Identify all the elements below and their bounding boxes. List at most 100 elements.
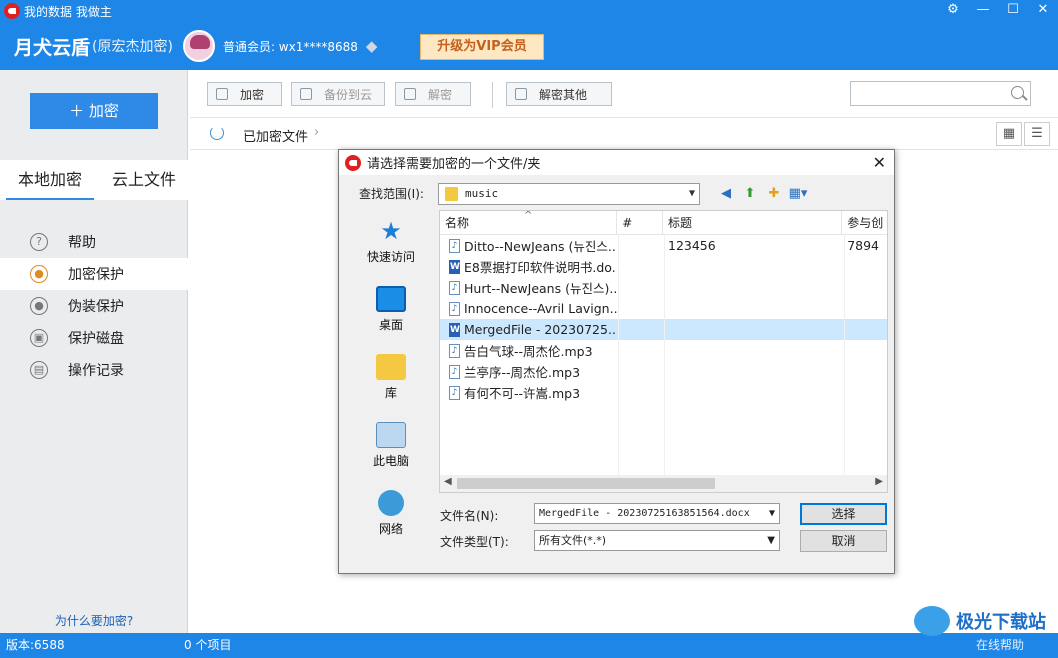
version-label: 版本:6588 [6, 638, 65, 652]
member-info: 普通会员: wx1****8688 [222, 39, 358, 54]
select-file-dialog: 请选择需要加密的一个文件/夹 ✕ 查找范围(I): music ▼ ◀ ⬆ ✚ … [338, 149, 895, 574]
settings-gear-icon[interactable]: ⚙ [938, 0, 968, 20]
help-icon: ? [30, 233, 48, 251]
filetype-value: 所有文件(*.*) [539, 534, 607, 547]
file-name-cell: ♪ Hurt--NewJeans (뉴진스)... [440, 278, 617, 297]
sidebar-item-label: 操作记录 [68, 363, 124, 379]
scroll-right-icon[interactable]: ▶ [875, 476, 883, 487]
sidebar-item-help[interactable]: ? 帮助 [0, 226, 188, 258]
sidebar-item-operation-log[interactable]: ▤ 操作记录 [0, 354, 188, 386]
scroll-thumb[interactable] [457, 478, 715, 489]
filetype-select[interactable]: 所有文件(*.*) ▼ [534, 530, 780, 551]
place-library[interactable]: 库 [349, 354, 433, 416]
places-bar: ★ 快速访问 桌面 库 此电脑 网络 [349, 212, 433, 536]
place-this-pc[interactable]: 此电脑 [349, 422, 433, 484]
app-logo-icon [345, 154, 361, 171]
star-icon: ★ [380, 217, 402, 245]
scroll-left-icon[interactable]: ◀ [444, 476, 452, 487]
audio-file-icon: ♪ [449, 301, 460, 316]
place-label: 网络 [378, 522, 403, 536]
watermark-logo-icon [914, 606, 950, 636]
place-label: 桌面 [378, 318, 403, 332]
horizontal-scrollbar[interactable]: ◀ ▶ [440, 475, 887, 492]
decrypt-other-button[interactable]: 解密其他 [506, 82, 612, 106]
sort-up-icon: ^ [524, 210, 533, 221]
lookin-select[interactable]: music ▼ [438, 183, 700, 205]
encrypt-label: 加密 [240, 87, 265, 102]
decrypt-button[interactable]: 解密 [395, 82, 471, 106]
audio-file-icon: ♪ [449, 343, 460, 358]
sidebar-item-encrypt-protect[interactable]: ● 加密保护 [0, 258, 188, 290]
sidebar: ＋ 加密 本地加密 云上文件 ? 帮助 ● 加密保护 ● 伪装保护 ▣ 保护磁盘… [0, 70, 188, 633]
column-number[interactable]: # [617, 211, 663, 234]
filename-label: 文件名(N): [440, 509, 499, 523]
place-quick-access[interactable]: ★ 快速访问 [349, 218, 433, 280]
minimize-button[interactable]: — [968, 0, 998, 20]
lock-icon: ● [30, 265, 48, 283]
column-title[interactable]: 标题 [663, 211, 843, 234]
place-desktop[interactable]: 桌面 [349, 286, 433, 348]
clipboard-icon: ▤ [30, 361, 48, 379]
maximize-button[interactable]: ☐ [998, 0, 1028, 20]
chevron-down-icon: ▼ [688, 188, 695, 199]
file-name: Innocence--Avril Lavign... [464, 301, 618, 316]
word-doc-icon: W [449, 322, 460, 337]
cancel-button[interactable]: 取消 [800, 530, 887, 552]
sidebar-item-protect-disk[interactable]: ▣ 保护磁盘 [0, 322, 188, 354]
file-name-cell: W MergedFile - 20230725... [440, 322, 617, 337]
upload-icon [300, 88, 312, 100]
sidebar-item-disguise-protect[interactable]: ● 伪装保护 [0, 290, 188, 322]
desktop-icon [376, 286, 406, 312]
column-artist[interactable]: 参与创 [842, 211, 887, 234]
close-button[interactable]: ✕ [1028, 0, 1058, 20]
filename-value: MergedFile - 20230725163851564.docx [539, 508, 750, 519]
decrypt-other-label: 解密其他 [539, 87, 588, 102]
search-icon[interactable] [1011, 86, 1024, 99]
refresh-icon[interactable] [210, 126, 224, 140]
tab-local-encrypt[interactable]: 本地加密 [6, 160, 94, 200]
select-button[interactable]: 选择 [800, 503, 887, 525]
dialog-title: 请选择需要加密的一个文件/夹 [367, 157, 541, 172]
file-name: Hurt--NewJeans (뉴진스)... [464, 281, 618, 296]
file-name-cell: ♪ 兰亭序--周杰伦.mp3 [440, 362, 617, 381]
backup-cloud-button[interactable]: 备份到云 [291, 82, 385, 106]
file-name: MergedFile - 20230725... [464, 322, 618, 337]
chevron-down-icon[interactable]: ▼ [769, 504, 775, 523]
encrypt-button[interactable]: 加密 [207, 82, 282, 106]
sidebar-item-label: 伪装保护 [68, 299, 124, 315]
list-view-icon[interactable]: ☰ [1024, 122, 1050, 146]
encrypt-main-button[interactable]: ＋ 加密 [30, 93, 158, 129]
file-title-cell: 123456 [668, 238, 716, 253]
new-folder-icon[interactable]: ✚ [763, 185, 785, 203]
status-bar: 版本:6588 0 个项目 在线帮助 [0, 633, 1058, 658]
search-input[interactable] [850, 81, 1031, 106]
library-icon [376, 354, 406, 380]
computer-icon [376, 422, 406, 448]
place-network[interactable]: 网络 [349, 490, 433, 552]
column-divider [844, 235, 845, 475]
chevron-right-icon: › [314, 125, 320, 140]
online-help-link[interactable]: 在线帮助 [976, 633, 1024, 658]
grid-view-icon[interactable]: ▦ [996, 122, 1022, 146]
tab-cloud-files[interactable]: 云上文件 [100, 160, 188, 200]
place-label: 此电脑 [372, 454, 409, 468]
toolbar-divider [492, 82, 493, 108]
chevron-down-icon[interactable]: ▼ [767, 531, 775, 550]
column-divider [618, 235, 619, 475]
network-icon [378, 490, 404, 516]
column-divider [664, 235, 665, 475]
upgrade-vip-button[interactable]: 升级为VIP会员 [420, 34, 544, 60]
column-name[interactable]: 名称 ^ [440, 210, 618, 234]
app-subtitle: (原宏杰加密) [92, 39, 173, 55]
close-icon[interactable]: ✕ [873, 153, 886, 172]
back-icon[interactable]: ◀ [715, 185, 737, 203]
up-folder-icon[interactable]: ⬆ [739, 185, 761, 203]
breadcrumb[interactable]: 已加密文件 [243, 126, 308, 145]
lookin-label: 查找范围(I): [359, 187, 424, 201]
file-name: 告白气球--周杰伦.mp3 [464, 344, 593, 359]
view-menu-icon[interactable]: ▦▾ [787, 185, 809, 203]
filename-field[interactable]: MergedFile - 20230725163851564.docx ▼ [534, 503, 780, 524]
avatar[interactable] [182, 30, 215, 62]
word-doc-icon: W [449, 259, 460, 274]
why-encrypt-link[interactable]: 为什么要加密? [0, 612, 188, 629]
